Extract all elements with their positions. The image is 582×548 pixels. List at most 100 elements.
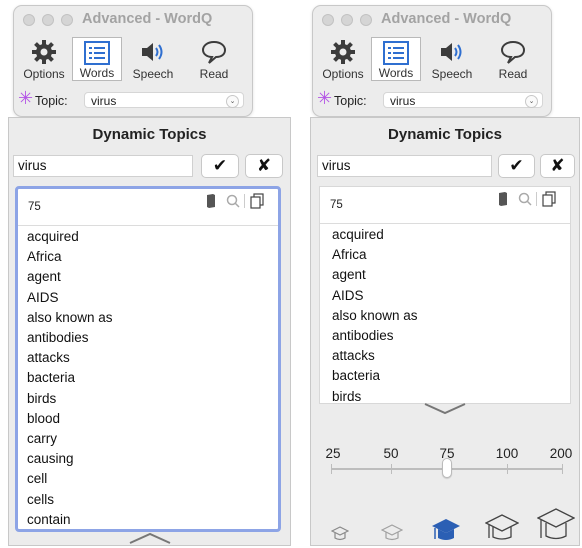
word-item[interactable]: AIDS — [27, 288, 113, 308]
read-button[interactable]: Read — [486, 37, 540, 81]
slider-tick — [331, 464, 332, 474]
chevron-down-icon[interactable]: ⌄ — [226, 95, 239, 108]
read-button[interactable]: Read — [187, 37, 241, 81]
copy-icon[interactable] — [542, 191, 556, 207]
word-item[interactable]: cells — [27, 490, 113, 510]
list-header-divider — [320, 223, 570, 224]
confirm-button[interactable]: ✔ — [201, 154, 239, 178]
graduation-cap-icon[interactable] — [381, 524, 403, 542]
slider-tick — [507, 464, 508, 474]
list-icon — [84, 41, 110, 65]
word-item[interactable]: bacteria — [27, 368, 113, 388]
close-window-button[interactable] — [322, 14, 334, 26]
word-item[interactable]: bacteria — [332, 366, 418, 386]
asterisk-icon: ✳ — [18, 88, 34, 108]
left-panel: Advanced - WordQ Options Words Speech Re… — [8, 5, 291, 546]
word-item[interactable]: acquired — [27, 227, 113, 247]
dynamic-topics-title: Dynamic Topics — [388, 126, 502, 143]
topic-search-input[interactable]: virus — [317, 155, 492, 177]
toolbar: Options Words Speech Read — [316, 34, 546, 86]
word-item[interactable]: acquired — [332, 225, 418, 245]
level-selector — [317, 506, 577, 546]
word-item[interactable]: Africa — [332, 245, 418, 265]
word-item[interactable]: agent — [332, 265, 418, 285]
word-item[interactable]: also known as — [27, 308, 113, 328]
word-item[interactable]: antibodies — [27, 328, 113, 348]
asterisk-icon: ✳ — [317, 88, 333, 108]
topic-label: Topic: — [334, 94, 367, 108]
speech-bubble-icon — [201, 40, 227, 64]
word-items: acquired Africa agent AIDS also known as… — [27, 227, 113, 529]
zoom-window-button[interactable] — [360, 14, 372, 26]
word-item[interactable]: also known as — [332, 306, 418, 326]
book-icon[interactable] — [206, 194, 216, 208]
slider-label: 25 — [325, 446, 341, 461]
word-item[interactable]: birds — [27, 389, 113, 409]
chevron-up-icon[interactable] — [127, 531, 173, 545]
words-button[interactable]: Words — [371, 37, 421, 81]
speech-bubble-icon — [500, 40, 526, 64]
list-header-icons — [490, 190, 560, 210]
topic-search-input[interactable]: virus — [13, 155, 193, 177]
topic-row: ✳ Topic: virus ⌄ — [316, 88, 548, 112]
speech-button[interactable]: Speech — [423, 37, 481, 81]
title-bar[interactable]: Advanced - WordQ — [313, 6, 551, 32]
window-title: Advanced - WordQ — [381, 11, 512, 27]
word-item[interactable]: antibodies — [332, 326, 418, 346]
words-button[interactable]: Words — [72, 37, 122, 81]
word-list[interactable]: 75 acquired Africa agent AIDS also known… — [319, 186, 571, 404]
options-button[interactable]: Options — [316, 37, 370, 81]
search-icon[interactable] — [226, 194, 240, 208]
cancel-button[interactable]: ✘ — [540, 154, 575, 178]
word-item[interactable]: cell — [27, 469, 113, 489]
speech-button[interactable]: Speech — [124, 37, 182, 81]
close-window-button[interactable] — [23, 14, 35, 26]
chevron-down-icon[interactable]: ⌄ — [525, 95, 538, 108]
word-item[interactable]: attacks — [27, 348, 113, 368]
options-label: Options — [23, 67, 65, 81]
divider — [244, 194, 245, 208]
topic-select[interactable]: virus ⌄ — [84, 92, 244, 108]
word-item[interactable]: agent — [27, 267, 113, 287]
divider — [536, 192, 537, 206]
words-label: Words — [79, 66, 115, 80]
book-icon[interactable] — [498, 192, 508, 206]
word-item[interactable]: birds — [332, 387, 418, 403]
word-item[interactable]: carry — [27, 429, 113, 449]
slider-knob[interactable] — [442, 458, 452, 478]
topic-row: ✳ Topic: virus ⌄ — [17, 88, 249, 112]
read-label: Read — [498, 67, 528, 81]
slider-label: 100 — [495, 446, 519, 461]
minimize-window-button[interactable] — [42, 14, 54, 26]
title-bar[interactable]: Advanced - WordQ — [14, 6, 252, 32]
chevron-down-icon[interactable] — [422, 402, 468, 416]
graduation-cap-selected-icon[interactable] — [431, 518, 461, 542]
confirm-button[interactable]: ✔ — [498, 154, 535, 178]
word-list[interactable]: 75 acquired Africa agent AIDS also known… — [15, 186, 281, 532]
word-item[interactable]: contain — [27, 510, 113, 529]
dynamic-topics-panel: Dynamic Topics virus ✔ ✘ 75 acquired Afr… — [8, 117, 291, 546]
slider-tick — [391, 464, 392, 474]
word-item[interactable]: causing — [27, 449, 113, 469]
topic-select[interactable]: virus ⌄ — [383, 92, 543, 108]
topic-value: virus — [91, 94, 117, 108]
word-item[interactable]: blood — [27, 409, 113, 429]
word-item[interactable]: Africa — [27, 247, 113, 267]
slider-tick — [562, 464, 563, 474]
cancel-button[interactable]: ✘ — [245, 154, 283, 178]
copy-icon[interactable] — [250, 193, 264, 209]
topic-value: virus — [390, 94, 416, 108]
zoom-window-button[interactable] — [61, 14, 73, 26]
minimize-window-button[interactable] — [341, 14, 353, 26]
speech-label: Speech — [132, 67, 174, 81]
graduation-cap-icon[interactable] — [331, 526, 349, 542]
topic-label: Topic: — [35, 94, 68, 108]
search-icon[interactable] — [518, 192, 532, 206]
word-item[interactable]: AIDS — [332, 286, 418, 306]
word-item[interactable]: attacks — [332, 346, 418, 366]
word-items: acquired Africa agent AIDS also known as… — [332, 225, 418, 403]
options-button[interactable]: Options — [17, 37, 71, 81]
graduation-cap-icon[interactable] — [537, 508, 575, 542]
graduation-cap-icon[interactable] — [485, 514, 519, 542]
words-label: Words — [378, 66, 414, 80]
